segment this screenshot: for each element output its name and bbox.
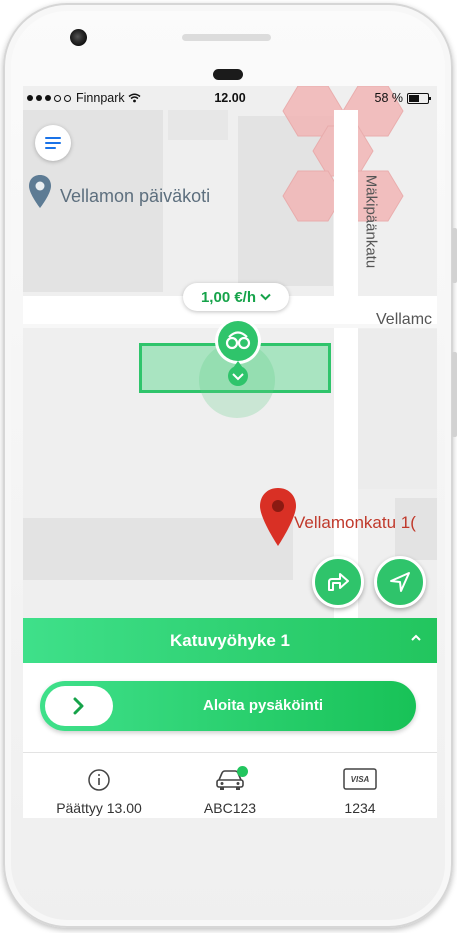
battery-percent: 58 %	[374, 91, 404, 105]
directions-button[interactable]	[312, 556, 364, 608]
chevron-down-icon	[260, 293, 271, 301]
volume-button	[452, 228, 457, 283]
parking-marker-icon[interactable]	[213, 316, 263, 388]
address-marker-label: Vellamonkatu 1(	[294, 513, 416, 532]
vehicle-status-dot	[237, 766, 248, 777]
slide-knob[interactable]	[45, 686, 113, 726]
map-pin-icon[interactable]	[258, 486, 298, 550]
tab-vehicle-label: ABC123	[203, 800, 257, 816]
poi-pin-icon	[29, 175, 51, 208]
road-vertical	[334, 110, 358, 618]
directions-icon	[328, 573, 349, 591]
tab-payment-label: 1234	[344, 800, 376, 816]
tab-vehicle[interactable]: ABC123	[161, 760, 299, 818]
navigation-arrow-icon	[390, 572, 410, 592]
price-label: 1,00 €/h	[200, 288, 257, 306]
tab-end-time-label: Päättyy 13.00	[56, 800, 142, 816]
poi-label: Vellamon päiväkoti	[60, 186, 211, 206]
power-button	[452, 352, 457, 437]
front-camera	[70, 29, 87, 46]
zone-title: Katuvyöhyke 1	[170, 630, 290, 650]
map-building	[168, 110, 228, 140]
tab-end-time[interactable]: Päättyy 13.00	[30, 760, 168, 818]
start-parking-button[interactable]: Aloita pysäköinti	[40, 681, 416, 731]
zone-bar[interactable]: Katuvyöhyke 1	[23, 618, 437, 663]
map-view[interactable]: Mäkipäänkatu Vellamc Vellamon päiväkoti …	[23, 86, 437, 618]
my-location-button[interactable]	[374, 556, 426, 608]
start-parking-label: Aloita pysäköinti	[202, 697, 324, 714]
hamburger-icon	[45, 137, 61, 149]
map-building	[23, 518, 293, 580]
tab-payment[interactable]: VISA 1234	[291, 760, 429, 818]
info-icon	[88, 769, 110, 791]
divider	[23, 752, 437, 753]
chevron-up-icon[interactable]	[409, 631, 423, 645]
street-label-horizontal: Vellamc	[376, 311, 433, 328]
visa-badge: VISA	[350, 775, 370, 784]
status-bar: Finnpark 12.00 58 %	[23, 86, 437, 110]
earpiece	[213, 69, 243, 80]
app-screen: Mäkipäänkatu Vellamc Vellamon päiväkoti …	[23, 86, 437, 818]
top-speaker	[182, 34, 271, 41]
menu-button[interactable]	[35, 125, 71, 161]
battery-icon	[407, 92, 431, 104]
street-label-vertical: Mäkipäänkatu	[362, 174, 380, 269]
price-selector[interactable]: 1,00 €/h	[183, 283, 289, 311]
chevron-right-icon	[73, 697, 84, 715]
map-building	[358, 329, 437, 489]
bottom-panel: Aloita pysäköinti Päättyy 13.00 ABC123 V…	[23, 663, 437, 818]
